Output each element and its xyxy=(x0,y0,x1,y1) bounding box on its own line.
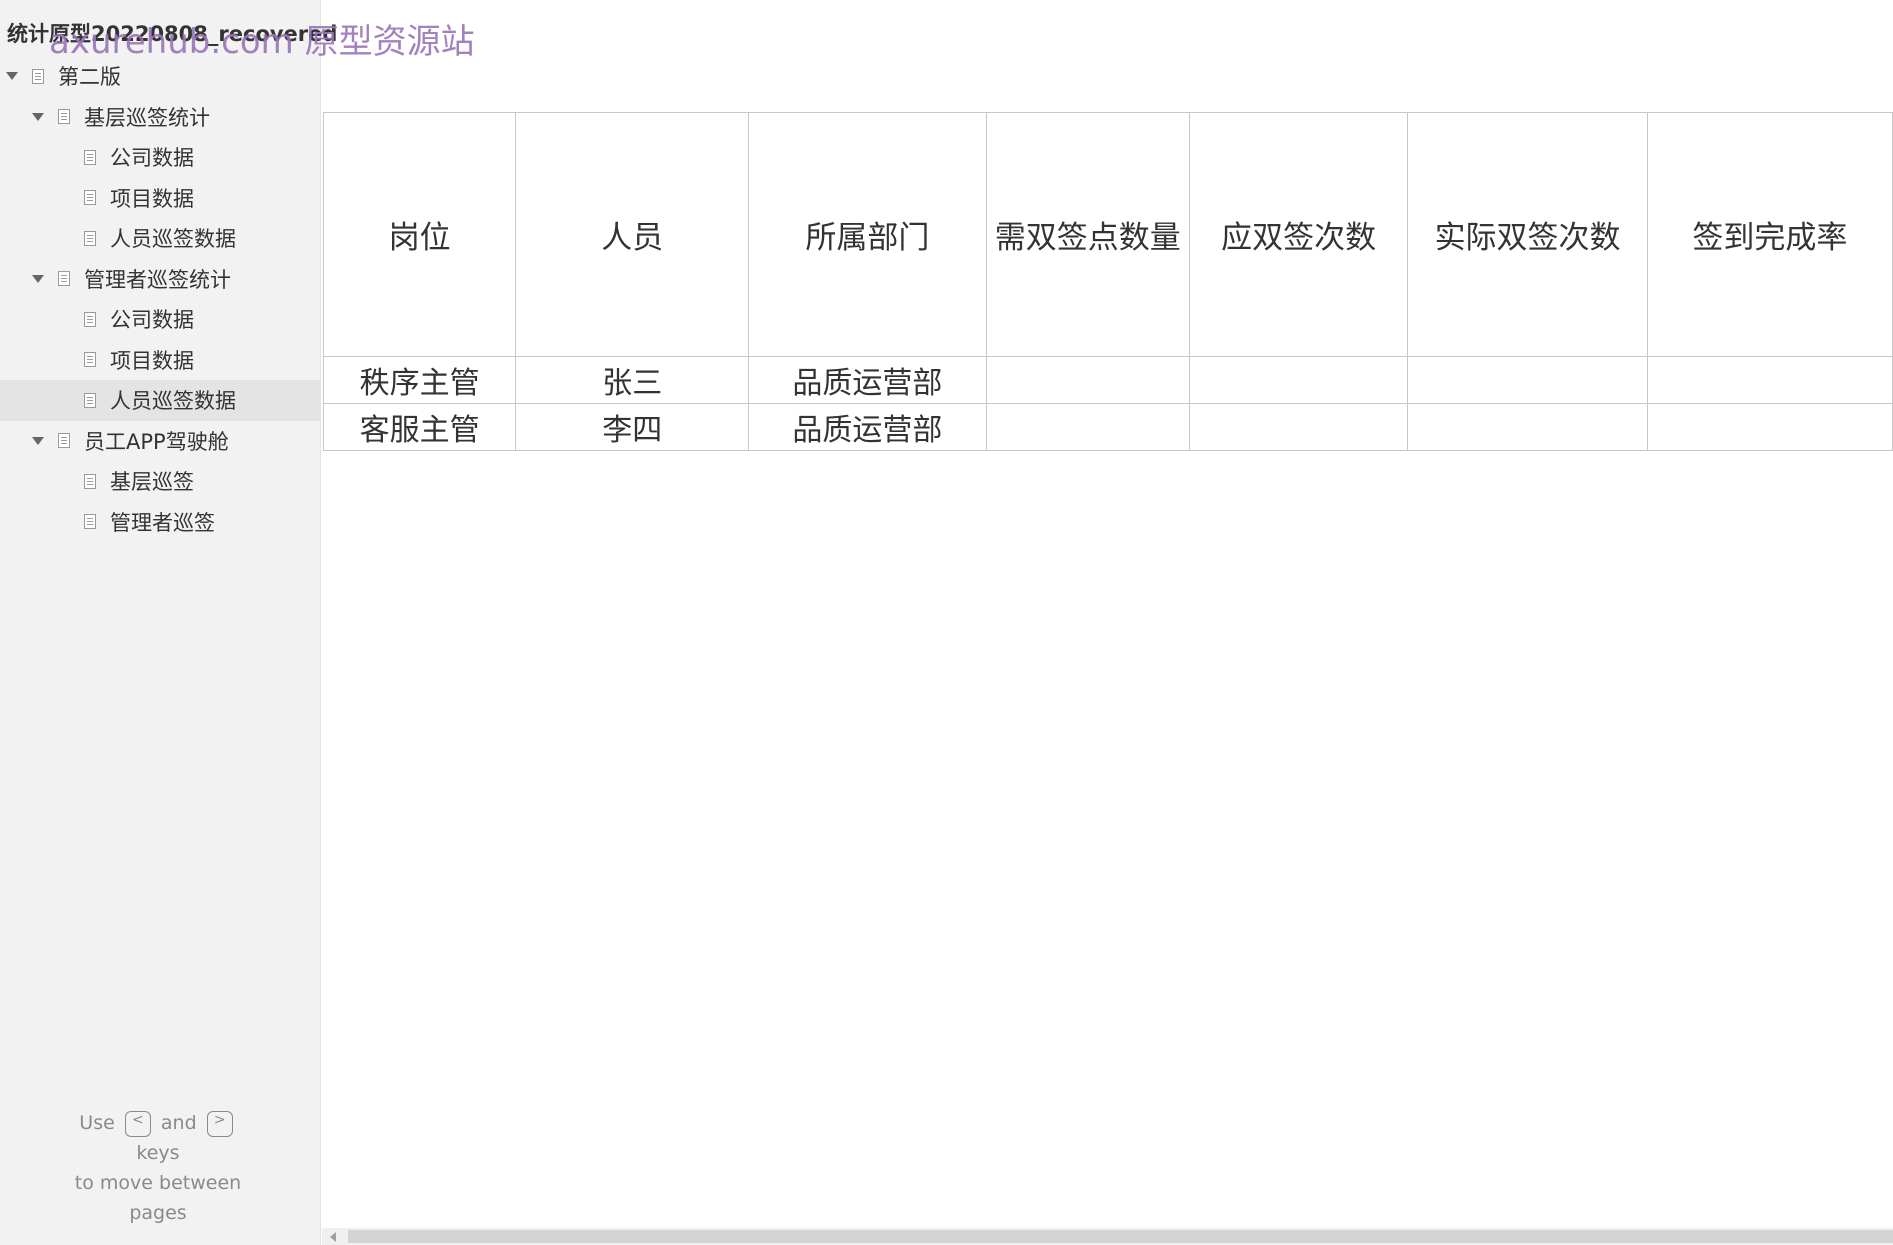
page-canvas: 岗位 人员 所属部门 需双签点数量 应双签次数 实际双签次数 签到完成率 秩序主… xyxy=(322,0,1893,1245)
tree-item-label: 基层巡签统计 xyxy=(84,105,210,130)
header-completion-rate: 签到完成率 xyxy=(1646,112,1893,357)
header-required-points: 需双签点数量 xyxy=(985,112,1190,357)
expand-caret-icon[interactable] xyxy=(32,274,44,283)
cell-completion-rate xyxy=(1646,403,1893,451)
next-key-icon: > xyxy=(206,1110,233,1137)
tree-item-label: 员工APP驾驶舱 xyxy=(84,429,229,454)
tree-item-label: 第二版 xyxy=(58,65,121,90)
cell-position: 秩序主管 xyxy=(322,356,517,404)
table-row: 秩序主管 张三 品质运营部 xyxy=(322,356,1893,404)
tree-item-label: 人员巡签数据 xyxy=(110,389,236,414)
tree-item-label: 公司数据 xyxy=(110,146,194,171)
page-icon xyxy=(84,311,96,327)
page-icon xyxy=(58,271,70,287)
table-header-row: 岗位 人员 所属部门 需双签点数量 应双签次数 实际双签次数 签到完成率 xyxy=(322,112,1893,357)
tree-item[interactable]: 人员巡签数据 xyxy=(0,218,320,259)
cell-completion-rate xyxy=(1646,356,1893,404)
scrollbar-thumb[interactable] xyxy=(348,1230,1893,1243)
tree-item[interactable]: 第二版 xyxy=(0,56,320,97)
expand-caret-icon[interactable] xyxy=(32,112,44,121)
header-position: 岗位 xyxy=(322,112,517,357)
tree-item-label: 基层巡签 xyxy=(110,470,194,495)
page-icon xyxy=(84,230,96,246)
cell-actual-count xyxy=(1407,403,1648,451)
hint-use-text: Use xyxy=(79,1112,115,1134)
hint-keys-text: keys xyxy=(136,1142,180,1164)
header-actual-count: 实际双签次数 xyxy=(1407,112,1648,357)
project-title: 统计原型20220808_recovered xyxy=(7,22,338,46)
expand-caret-icon[interactable] xyxy=(32,436,44,445)
horizontal-scrollbar[interactable] xyxy=(322,1228,1893,1245)
page-icon xyxy=(84,190,96,206)
page-icon xyxy=(58,109,70,125)
cell-department: 品质运营部 xyxy=(748,403,987,451)
tree-item[interactable]: 项目数据 xyxy=(0,340,320,381)
cell-person: 李四 xyxy=(515,403,750,451)
tree-item-label: 管理者巡签统计 xyxy=(84,267,231,292)
cell-expected-count xyxy=(1188,403,1409,451)
hint-and-text: and xyxy=(160,1112,197,1134)
tree-item[interactable]: 公司数据 xyxy=(0,299,320,340)
page-icon xyxy=(58,433,70,449)
tree-item[interactable]: 人员巡签数据 xyxy=(0,380,320,421)
hint-line2-text: to move between xyxy=(74,1172,242,1194)
tree-item-label: 项目数据 xyxy=(110,348,194,373)
page-icon xyxy=(84,352,96,368)
tree-item-label: 管理者巡签 xyxy=(110,510,215,535)
cell-required-points xyxy=(985,403,1190,451)
page-icon xyxy=(84,392,96,408)
header-person: 人员 xyxy=(515,112,750,357)
tree-item[interactable]: 管理者巡签 xyxy=(0,502,320,543)
sitemap-sidebar: 统计原型20220808_recovered 第二版 基层巡签统计 公司数据 项目数据… xyxy=(0,0,337,1245)
page-tree: 第二版 基层巡签统计 公司数据 项目数据 人员巡签数据 管理者巡签统计 公司数据 项目数据 人员… xyxy=(0,56,320,542)
scroll-left-arrow-icon[interactable] xyxy=(330,1232,336,1242)
tree-item[interactable]: 基层巡签 xyxy=(0,461,320,502)
tree-item[interactable]: 项目数据 xyxy=(0,178,320,219)
stats-table: 岗位 人员 所属部门 需双签点数量 应双签次数 实际双签次数 签到完成率 秩序主… xyxy=(322,112,1893,451)
tree-item[interactable]: 管理者巡签统计 xyxy=(0,259,320,300)
header-department: 所属部门 xyxy=(748,112,987,357)
tree-item-label: 公司数据 xyxy=(110,308,194,333)
cell-actual-count xyxy=(1407,356,1648,404)
keyboard-hint: Use < and > keys to move between pages xyxy=(0,1108,316,1228)
app-root: 统计原型20220808_recovered 第二版 基层巡签统计 公司数据 项目数据… xyxy=(0,0,1893,1245)
tree-item[interactable]: 基层巡签统计 xyxy=(0,97,320,138)
page-icon xyxy=(32,68,44,84)
prev-key-icon: < xyxy=(124,1110,151,1137)
cell-expected-count xyxy=(1188,356,1409,404)
tree-item-label: 项目数据 xyxy=(110,186,194,211)
page-icon xyxy=(84,149,96,165)
hint-line3-text: pages xyxy=(129,1202,187,1224)
expand-caret-icon[interactable] xyxy=(6,72,18,81)
table-row: 客服主管 李四 品质运营部 xyxy=(322,403,1893,451)
cell-position: 客服主管 xyxy=(322,403,517,451)
page-icon xyxy=(84,514,96,530)
tree-item[interactable]: 公司数据 xyxy=(0,137,320,178)
cell-department: 品质运营部 xyxy=(748,356,987,404)
header-expected-count: 应双签次数 xyxy=(1188,112,1409,357)
page-icon xyxy=(84,473,96,489)
cell-required-points xyxy=(985,356,1190,404)
tree-item[interactable]: 员工APP驾驶舱 xyxy=(0,421,320,462)
tree-item-label: 人员巡签数据 xyxy=(110,227,236,252)
cell-person: 张三 xyxy=(515,356,750,404)
